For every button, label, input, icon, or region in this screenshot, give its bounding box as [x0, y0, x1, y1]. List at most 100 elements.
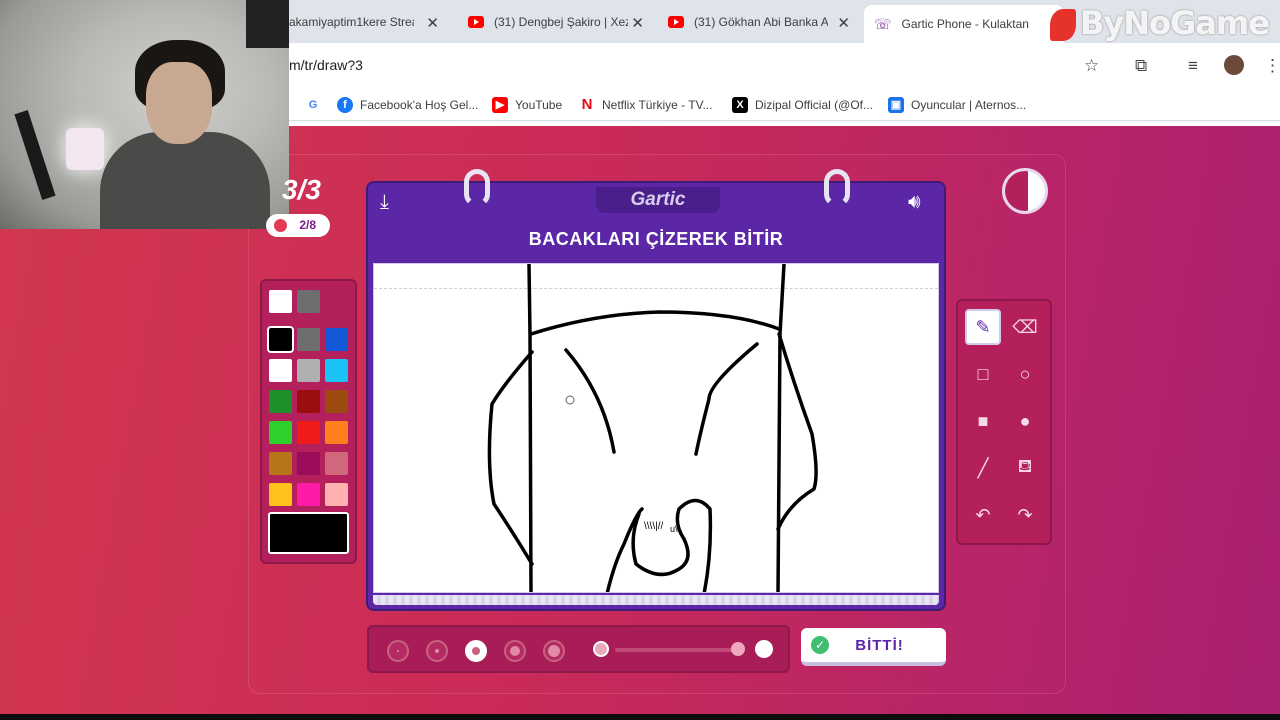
- streamer-body: [100, 132, 270, 229]
- brush-size-4[interactable]: [504, 640, 526, 662]
- url-text[interactable]: m/tr/draw?3: [289, 57, 363, 73]
- color-swatch[interactable]: [267, 326, 294, 353]
- line-icon[interactable]: ╱: [965, 450, 1001, 486]
- bookmark-label: Facebook'a Hoş Gel...: [360, 98, 479, 112]
- pencil-icon[interactable]: ✎: [965, 309, 1001, 345]
- tab-2[interactable]: (31) Dengbej Şakiro | Xez ✕: [468, 7, 644, 37]
- circle-fill-icon[interactable]: ●: [1007, 403, 1043, 439]
- download-icon[interactable]: ⤓: [380, 191, 389, 214]
- stroke-right-leg: [776, 264, 786, 592]
- opacity-slider-handle[interactable]: [731, 642, 745, 656]
- opacity-slider[interactable]: [615, 648, 735, 652]
- tab-title: (31) Gökhan Abi Banka A: [694, 15, 828, 29]
- aternos-icon: ▣: [888, 97, 904, 113]
- brush-dot: [435, 649, 439, 653]
- bookmark-label: YouTube: [515, 98, 563, 112]
- media-icon[interactable]: ≡: [1188, 56, 1198, 76]
- brush-size-1[interactable]: [387, 640, 409, 662]
- google-logo: G: [308, 99, 318, 111]
- paper-edge: [373, 595, 939, 605]
- done-label: BİTTİ!: [855, 636, 904, 654]
- color-swatch[interactable]: [297, 421, 320, 444]
- close-icon[interactable]: ✕: [631, 14, 644, 32]
- tab-1[interactable]: akamiyaptim1kere Strea ✕: [289, 7, 439, 37]
- color-swatch[interactable]: [297, 390, 320, 413]
- tab-4-active[interactable]: ☏ Gartic Phone - Kulaktan K: [864, 5, 1064, 43]
- stroke-hip-left: [487, 350, 534, 566]
- bookmark-youtube[interactable]: ▶ YouTube: [492, 97, 562, 113]
- bookmark-facebook[interactable]: f Facebook'a Hoş Gel...: [337, 97, 478, 113]
- brush-size-2[interactable]: [426, 640, 448, 662]
- round-counter: 3/3: [282, 174, 321, 205]
- color-swatch[interactable]: [325, 452, 348, 475]
- bookmark-dizipal[interactable]: X Dizipal Official (@Of...: [732, 97, 873, 113]
- netflix-icon: N: [581, 96, 593, 113]
- phone-icon: ☏: [874, 15, 892, 32]
- brush-size-5[interactable]: [543, 640, 565, 662]
- eraser-icon[interactable]: ⌫: [1007, 309, 1043, 345]
- color-swatch[interactable]: [325, 328, 348, 351]
- bynogame-watermark: ByNoGame: [1050, 4, 1270, 42]
- circle-outline-icon[interactable]: ○: [1007, 356, 1043, 392]
- square-fill-icon[interactable]: ■: [965, 403, 1001, 439]
- color-swatch[interactable]: [269, 290, 292, 313]
- color-swatch[interactable]: [269, 359, 292, 382]
- binder-ring-right: [824, 169, 850, 207]
- color-swatch[interactable]: [297, 452, 320, 475]
- extensions-icon[interactable]: ⧉: [1135, 56, 1147, 76]
- tab-title: akamiyaptim1kere Strea: [289, 15, 414, 29]
- youtube-icon: [668, 16, 684, 28]
- players-badge: 2/8: [266, 214, 330, 237]
- color-swatch[interactable]: [325, 390, 348, 413]
- facebook-icon: f: [337, 97, 353, 113]
- color-swatch[interactable]: [269, 421, 292, 444]
- youtube-icon: ▶: [492, 97, 508, 113]
- drawing-canvas[interactable]: \\\\|// u\\: [373, 263, 939, 593]
- prompt-text: BACAKLARI ÇİZEREK BİTİR: [528, 229, 784, 249]
- close-icon[interactable]: ✕: [426, 14, 439, 32]
- opacity-min-knob[interactable]: [593, 641, 609, 657]
- brush-dot: [510, 646, 520, 656]
- drawing-board: ⤓ 🔊︎ Gartic BACAKLARI ÇİZEREK BİTİR \\\\…: [366, 169, 946, 611]
- brush-size-bar: [367, 625, 790, 673]
- tab-3[interactable]: (31) Gökhan Abi Banka A ✕: [668, 7, 850, 37]
- brush-size-3[interactable]: [465, 640, 487, 662]
- bookmark-netflix[interactable]: N Netflix Türkiye - TV...: [579, 96, 713, 113]
- opacity-max-knob[interactable]: [755, 640, 773, 658]
- color-swatch[interactable]: [269, 483, 292, 506]
- menu-icon[interactable]: ⋮: [1264, 56, 1280, 76]
- undo-icon[interactable]: ↶: [965, 497, 1001, 533]
- color-swatch[interactable]: [297, 328, 320, 351]
- binder-ring-left: [464, 169, 490, 207]
- square-outline-icon[interactable]: □: [965, 356, 1001, 392]
- avatar[interactable]: [1224, 55, 1244, 75]
- close-icon[interactable]: ✕: [837, 14, 850, 32]
- done-button[interactable]: ✓ BİTTİ!: [801, 628, 946, 666]
- cam-background-object: [246, 0, 289, 48]
- color-swatch[interactable]: [297, 290, 320, 313]
- color-swatch[interactable]: [325, 483, 348, 506]
- redo-icon[interactable]: ↷: [1007, 497, 1043, 533]
- player-dot-icon: [274, 219, 287, 232]
- microphone-arm: [14, 110, 56, 200]
- bookmark-label: Netflix Türkiye - TV...: [602, 98, 713, 112]
- color-swatch[interactable]: [325, 359, 348, 382]
- stroke-left-leg: [527, 264, 533, 592]
- tab-title: Gartic Phone - Kulaktan K: [901, 17, 1032, 31]
- color-swatch[interactable]: [269, 452, 292, 475]
- brush-dot: [472, 647, 480, 655]
- bucket-icon[interactable]: ⛾: [1007, 450, 1043, 486]
- color-swatch[interactable]: [325, 421, 348, 444]
- star-icon[interactable]: ☆: [1084, 56, 1099, 76]
- timer-fill: [1005, 171, 1028, 211]
- color-swatch[interactable]: [297, 483, 320, 506]
- bynogame-logo-icon: [1050, 9, 1076, 41]
- drawing-strokes: \\\\|// u\\: [487, 264, 818, 592]
- google-icon[interactable]: G: [305, 97, 328, 113]
- color-swatch[interactable]: [297, 359, 320, 382]
- bookmark-aternos[interactable]: ▣ Oyuncular | Aternos...: [888, 97, 1026, 113]
- color-swatch[interactable]: [269, 390, 292, 413]
- tab-title: (31) Dengbej Şakiro | Xez: [494, 15, 628, 29]
- sound-icon[interactable]: 🔊︎: [908, 191, 921, 214]
- timer-icon: [1002, 168, 1048, 214]
